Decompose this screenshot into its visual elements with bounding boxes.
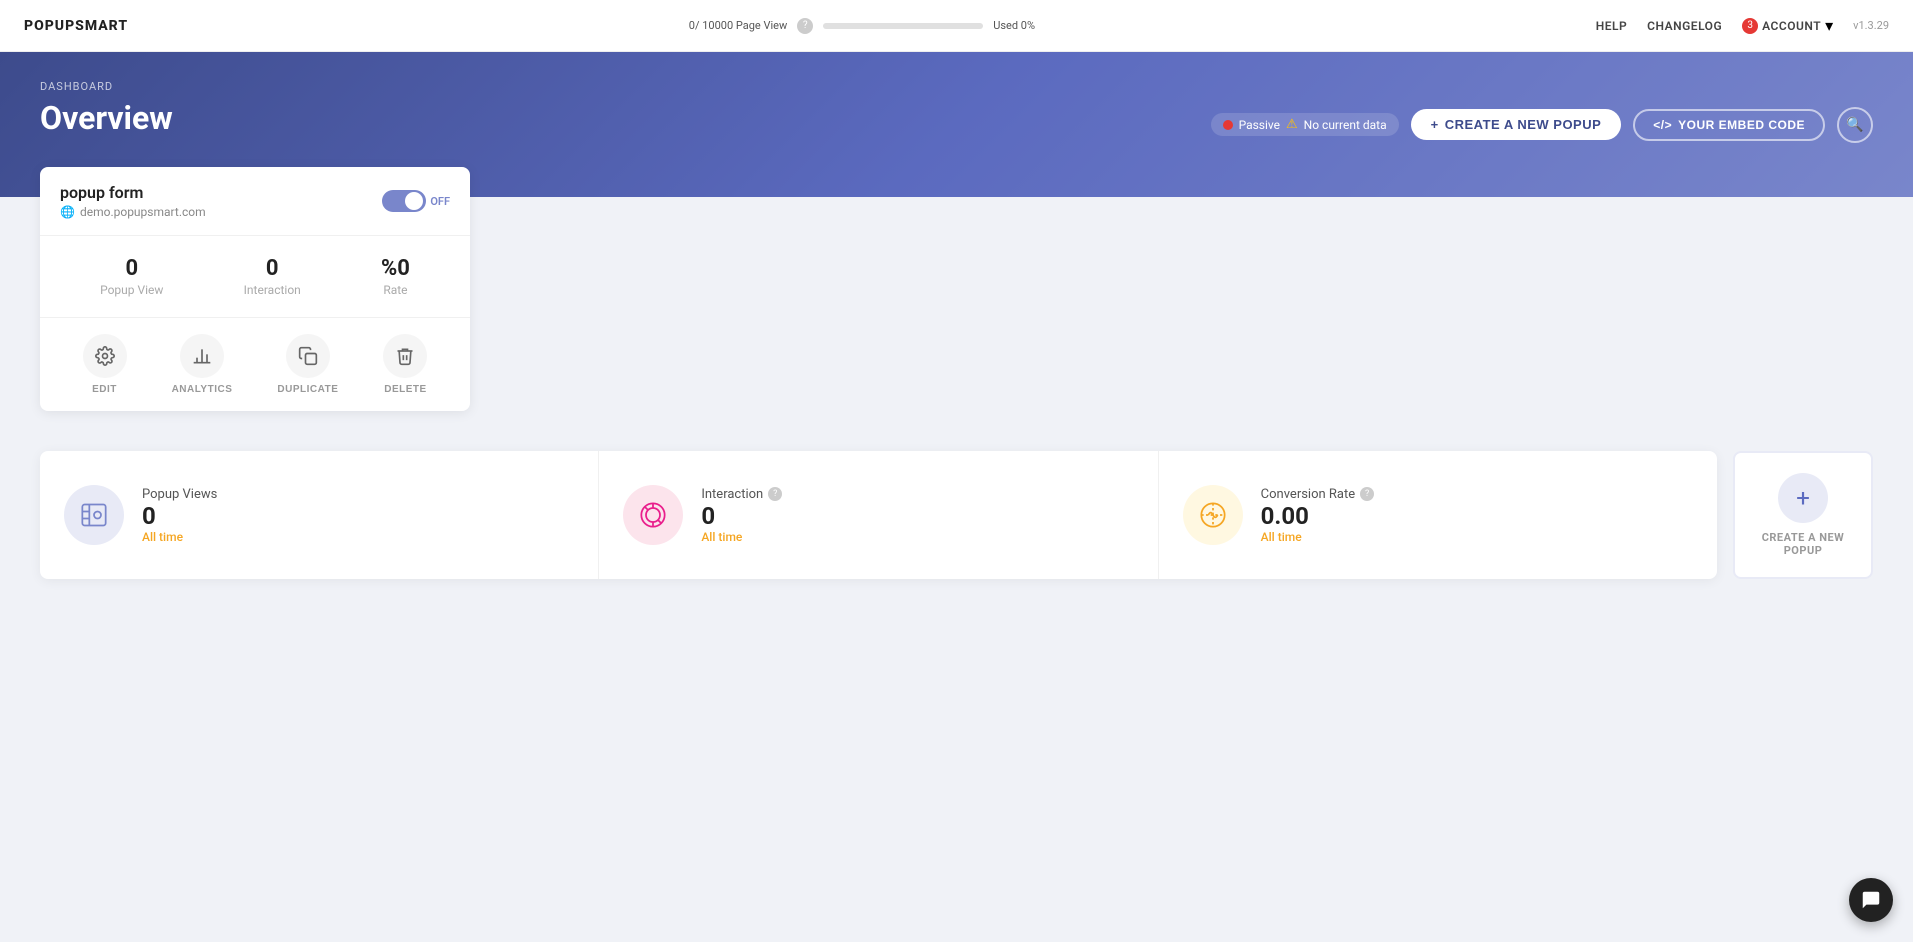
conversion-title: Conversion Rate ? — [1261, 487, 1375, 502]
domain-label: demo.popupsmart.com — [80, 205, 206, 219]
stat-interaction: 0 Interaction — [244, 256, 301, 297]
stat-label-0: Popup View — [100, 283, 163, 297]
hero-actions: Passive ⚠ No current data + CREATE A NEW… — [1211, 107, 1873, 143]
warning-icon: ⚠ — [1286, 117, 1298, 132]
passive-dot-icon — [1223, 120, 1233, 130]
toggle-switch[interactable] — [382, 190, 426, 212]
chevron-down-icon: ▾ — [1825, 16, 1833, 35]
search-button[interactable]: 🔍 — [1837, 107, 1873, 143]
nav-right: HELP CHANGELOG 3 ACCOUNT ▾ v1.3.29 — [1596, 16, 1889, 35]
popup-views-value: 0 — [142, 502, 217, 530]
popup-card-actions: EDIT ANALYTICS DUPLICATE — [40, 318, 470, 411]
embed-button-label: YOUR EMBED CODE — [1678, 118, 1805, 132]
version-label: v1.3.29 — [1853, 19, 1889, 32]
analytics-row: Popup Views 0 All time — [40, 451, 1873, 579]
toggle-label: OFF — [430, 195, 450, 208]
account-menu[interactable]: 3 ACCOUNT ▾ — [1742, 16, 1833, 35]
no-data-label: No current data — [1304, 118, 1387, 132]
stat-value-0: 0 — [100, 256, 163, 281]
main-content: popup form 🌐 demo.popupsmart.com OFF 0 P… — [0, 167, 1913, 619]
conversion-value: 0.00 — [1261, 502, 1375, 530]
create-new-popup-button[interactable]: + CREATE A NEW POPUP — [1411, 109, 1622, 140]
page-view-label: 0/ 10000 Page View — [689, 19, 787, 32]
top-nav: POPUPSMART 0/ 10000 Page View ? Used 0% … — [0, 0, 1913, 52]
toggle-wrap: OFF — [382, 190, 450, 212]
popup-card-header: popup form 🌐 demo.popupsmart.com OFF — [40, 167, 470, 236]
analytics-section: Popup Views 0 All time — [40, 451, 1717, 579]
popup-views-icon-wrap — [64, 485, 124, 545]
delete-button[interactable]: DELETE — [383, 334, 427, 395]
interaction-icon-wrap — [623, 485, 683, 545]
conversion-icon-wrap — [1183, 485, 1243, 545]
delete-icon — [383, 334, 427, 378]
chat-bubble[interactable] — [1849, 878, 1893, 922]
plus-icon: + — [1431, 117, 1439, 132]
create-new-card[interactable]: + CREATE A NEW POPUP — [1733, 451, 1873, 579]
page-view-help-icon[interactable]: ? — [797, 18, 813, 34]
edit-button[interactable]: EDIT — [83, 334, 127, 395]
popup-card: popup form 🌐 demo.popupsmart.com OFF 0 P… — [40, 167, 470, 411]
popup-views-title: Popup Views — [142, 487, 217, 502]
popup-views-sub: All time — [142, 530, 217, 544]
popup-card-stats: 0 Popup View 0 Interaction %0 Rate — [40, 236, 470, 318]
metric-interaction-info: Interaction ? 0 All time — [701, 487, 782, 544]
create-new-card-label: CREATE A NEW POPUP — [1755, 531, 1851, 557]
metric-conversion-info: Conversion Rate ? 0.00 All time — [1261, 487, 1375, 544]
logo: POPUPSMART — [24, 18, 128, 34]
globe-icon: 🌐 — [60, 205, 75, 219]
conversion-sub: All time — [1261, 530, 1375, 544]
embed-icon: </> — [1653, 118, 1672, 132]
nav-center: 0/ 10000 Page View ? Used 0% — [128, 18, 1596, 34]
breadcrumb: DASHBOARD — [40, 80, 1873, 93]
stat-value-1: 0 — [244, 256, 301, 281]
interaction-title: Interaction ? — [701, 487, 782, 502]
search-icon: 🔍 — [1846, 116, 1863, 133]
analytics-label: ANALYTICS — [172, 384, 233, 395]
conversion-help-icon[interactable]: ? — [1360, 487, 1374, 501]
metric-popup-views: Popup Views 0 All time — [40, 451, 599, 579]
metric-popup-views-info: Popup Views 0 All time — [142, 487, 217, 544]
popup-card-domain: 🌐 demo.popupsmart.com — [60, 205, 206, 219]
duplicate-icon — [286, 334, 330, 378]
changelog-link[interactable]: CHANGELOG — [1647, 19, 1722, 33]
stat-label-1: Interaction — [244, 283, 301, 297]
analytics-button[interactable]: ANALYTICS — [172, 334, 233, 395]
delete-label: DELETE — [384, 384, 426, 395]
toggle-thumb — [405, 192, 423, 210]
edit-icon — [83, 334, 127, 378]
interaction-sub: All time — [701, 530, 782, 544]
account-badge: 3 — [1742, 18, 1758, 34]
interaction-value: 0 — [701, 502, 782, 530]
analytics-icon — [180, 334, 224, 378]
stat-popup-view: 0 Popup View — [100, 256, 163, 297]
status-badge: Passive ⚠ No current data — [1211, 113, 1399, 136]
account-label: ACCOUNT — [1762, 19, 1821, 33]
duplicate-label: DUPLICATE — [277, 384, 338, 395]
edit-label: EDIT — [92, 384, 117, 395]
passive-label: Passive — [1239, 118, 1280, 132]
help-link[interactable]: HELP — [1596, 19, 1627, 33]
stat-rate: %0 Rate — [381, 256, 410, 297]
create-button-label: CREATE A NEW POPUP — [1445, 117, 1602, 132]
duplicate-button[interactable]: DUPLICATE — [277, 334, 338, 395]
metric-conversion: Conversion Rate ? 0.00 All time — [1159, 451, 1717, 579]
progress-bar — [823, 23, 983, 29]
popup-card-title: popup form — [60, 183, 206, 202]
interaction-help-icon[interactable]: ? — [768, 487, 782, 501]
stat-label-2: Rate — [381, 283, 410, 297]
embed-code-button[interactable]: </> YOUR EMBED CODE — [1633, 109, 1825, 141]
used-label: Used 0% — [993, 19, 1035, 32]
stat-value-2: %0 — [381, 256, 410, 281]
metric-interaction: Interaction ? 0 All time — [599, 451, 1158, 579]
create-new-plus-icon: + — [1778, 473, 1828, 523]
